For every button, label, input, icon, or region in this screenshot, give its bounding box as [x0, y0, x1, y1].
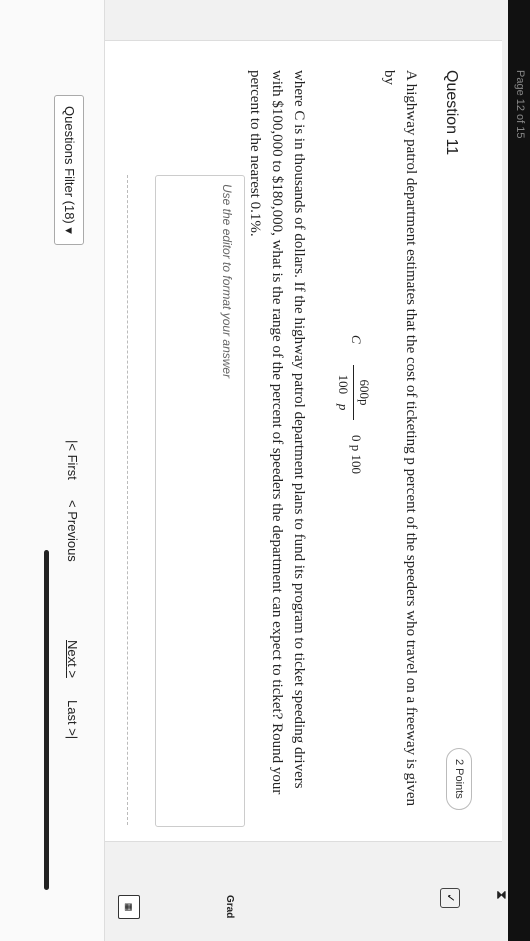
formula-numerator: 600p: [353, 365, 372, 420]
points-badge: 2 Points: [446, 748, 472, 810]
hourglass-icon: ⧗: [494, 890, 510, 900]
progress-bar: [44, 550, 49, 890]
first-icon: |<: [65, 440, 80, 451]
divider: [127, 175, 128, 825]
formula-denominator-value: 100: [336, 374, 351, 395]
answer-editor[interactable]: Use the editor to format your answer: [155, 175, 245, 827]
editor-placeholder: Use the editor to format your answer: [220, 184, 234, 379]
next-button[interactable]: Next >: [65, 640, 80, 678]
grid-icon[interactable]: ▦: [118, 895, 140, 919]
formula-lhs: C: [349, 335, 364, 344]
first-label: First: [65, 454, 80, 480]
question-intro-text: A highway patrol department estimates th…: [381, 70, 419, 807]
previous-button[interactable]: < Previous: [65, 500, 80, 562]
question-title: Question 11: [443, 70, 460, 156]
top-bar: Page 12 of 15: [508, 0, 530, 941]
question-body-text: where C is in thousands of dollars. If t…: [247, 70, 307, 795]
previous-label: Previous: [65, 511, 80, 562]
chevron-left-icon: <: [65, 500, 80, 508]
last-label: Last: [65, 700, 80, 725]
first-button[interactable]: |< First: [65, 440, 80, 480]
filter-label: Questions Filter (18): [62, 106, 77, 224]
next-label: Next: [65, 640, 80, 667]
last-button[interactable]: Last >|: [65, 700, 80, 739]
formula-fraction: 600p 100 p: [335, 365, 372, 420]
formula-denominator: 100 p: [335, 365, 353, 420]
page-label: Page 12 of 15: [514, 70, 526, 139]
grade-label: Grad: [224, 895, 235, 919]
exam-page: Page 12 of 15 Question 11 2 Points A hig…: [0, 0, 530, 941]
footer-bar: Questions Filter (18) ▾ |< First < Previ…: [0, 0, 105, 941]
chevron-right-icon: >: [65, 670, 80, 678]
questions-filter-button[interactable]: Questions Filter (18) ▾: [54, 95, 84, 245]
last-icon: >|: [65, 728, 80, 740]
formula-condition: 0 p 100: [349, 435, 364, 474]
checkbox-icon[interactable]: ✓: [440, 888, 460, 908]
caret-down-icon: ▾: [62, 227, 77, 234]
formula-denominator-var: p: [336, 403, 351, 411]
